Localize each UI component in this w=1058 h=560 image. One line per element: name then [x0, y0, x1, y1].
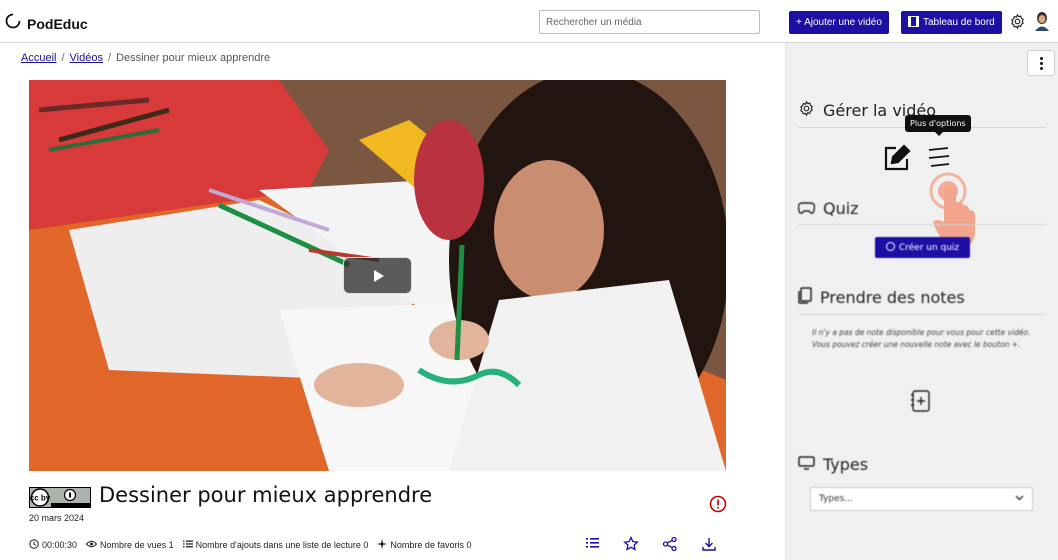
report-alert-icon[interactable]	[709, 495, 727, 518]
favorites-info: Nombre de favoris 0	[377, 539, 471, 551]
brand-name: PodEduc	[27, 15, 88, 32]
play-button[interactable]	[343, 257, 412, 294]
video-date: 20 mars 2024	[29, 513, 85, 523]
more-options-tooltip: Plus d'options	[905, 115, 971, 136]
notes-section: Prendre des notes	[798, 287, 1046, 315]
types-select-value: Types...	[819, 494, 853, 504]
notes-heading: Prendre des notes	[798, 287, 1046, 315]
types-section: Types	[798, 455, 1046, 480]
notes-empty-text: Il n'y a pas de note disponible pour vou…	[812, 328, 1031, 337]
edit-video-icon[interactable]	[883, 144, 911, 177]
breadcrumb-current: Dessiner pour mieux apprendre	[116, 52, 271, 64]
dashboard-button[interactable]: Tableau de bord	[901, 11, 1002, 34]
right-sidebar: Gérer la vidéo Plus d'options Quiz Créer…	[785, 43, 1058, 560]
add-video-button[interactable]: + Ajouter une vidéo	[789, 11, 889, 34]
breadcrumb-home-link[interactable]: Accueil	[21, 52, 56, 64]
views-info: Nombre de vues 1	[85, 540, 174, 550]
cc-license-badge[interactable]: cc by	[29, 487, 91, 513]
notes-icon	[798, 287, 812, 308]
favorite-star-icon[interactable]	[623, 535, 639, 557]
add-to-playlist-icon[interactable]	[586, 536, 600, 555]
notes-empty-message: Il n'y a pas de note disponible pour vou…	[812, 327, 1037, 351]
types-heading: Types	[798, 455, 1046, 480]
quiz-heading: Quiz	[797, 199, 1046, 225]
add-note-button[interactable]	[911, 390, 931, 417]
search-input[interactable]	[539, 10, 760, 34]
playlist-info: Nombre d'ajouts dans une liste de lectur…	[182, 540, 369, 550]
video-player[interactable]	[29, 80, 726, 471]
film-icon	[908, 15, 919, 30]
playlist-text: Nombre d'ajouts dans une liste de lectur…	[195, 540, 369, 550]
svg-text:cc by: cc by	[30, 494, 51, 503]
notes-title: Prendre des notes	[820, 288, 965, 307]
create-quiz-label: Créer un quiz	[898, 242, 960, 253]
chevron-down-icon	[1015, 494, 1024, 504]
settings-gear-icon[interactable]	[1009, 13, 1026, 35]
clock-icon	[29, 539, 39, 551]
types-title: Types	[823, 455, 869, 474]
add-video-label: + Ajouter une vidéo	[796, 17, 882, 28]
top-navbar: PodEduc + Ajouter une vidéo Tableau de b…	[0, 0, 1058, 43]
duration-text: 00:00:30	[42, 540, 78, 550]
share-icon[interactable]	[662, 536, 678, 557]
list-icon	[182, 540, 193, 550]
brand-logo-icon	[5, 13, 21, 34]
duration-info: 00:00:30	[29, 539, 77, 551]
gamepad-icon	[797, 199, 816, 218]
eye-icon	[85, 540, 98, 550]
video-meta-row: 00:00:30 Nombre de vues 1 Nombre d'ajout…	[29, 539, 471, 551]
question-icon	[885, 241, 895, 254]
sparkle-icon	[377, 539, 388, 551]
breadcrumb: Accueil / Vidéos / Dessiner pour mieux appre…	[21, 52, 271, 64]
monitor-icon	[798, 455, 815, 474]
download-icon[interactable]	[701, 536, 717, 557]
more-options-kebab-button[interactable]	[1027, 50, 1055, 76]
user-avatar[interactable]	[1033, 11, 1051, 36]
quiz-title: Quiz	[823, 199, 859, 218]
types-select[interactable]: Types...	[810, 487, 1033, 511]
quiz-section: Quiz	[797, 199, 1046, 225]
brand-link[interactable]: PodEduc	[5, 13, 88, 34]
favorites-text: Nombre de favoris 0	[390, 540, 472, 550]
gear-icon	[798, 100, 815, 121]
notes-hint-text: Vous pouvez créer une nouvelle note avec…	[812, 340, 1021, 349]
views-text: Nombre de vues 1	[100, 540, 174, 550]
create-quiz-button[interactable]: Créer un quiz	[875, 237, 970, 258]
video-title: Dessiner pour mieux apprendre	[99, 483, 433, 507]
dashboard-label: Tableau de bord	[923, 17, 995, 28]
breadcrumb-videos-link[interactable]: Vidéos	[70, 52, 103, 64]
